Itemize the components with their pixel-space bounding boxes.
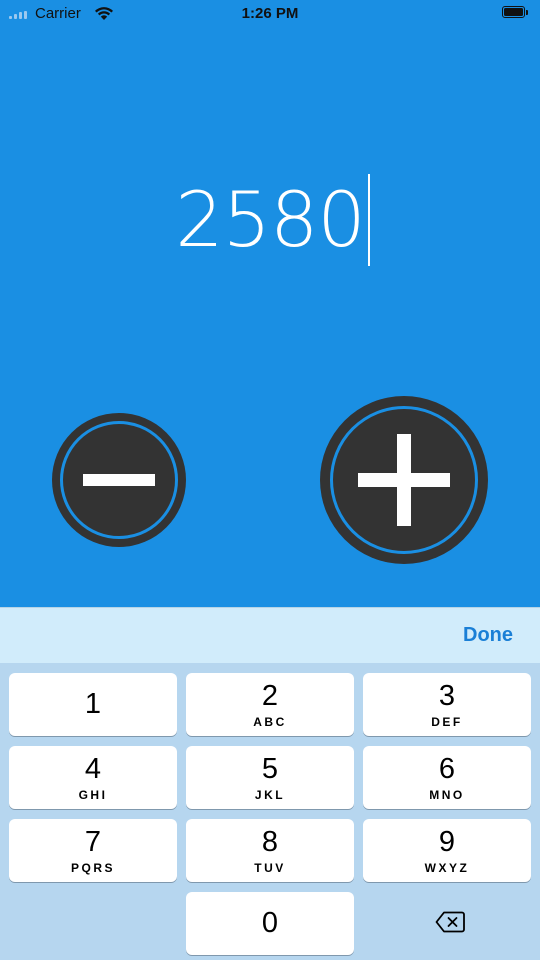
increment-button[interactable] xyxy=(320,396,488,564)
key-5[interactable]: 5 JKL xyxy=(186,746,354,809)
key-7[interactable]: 7 PQRS xyxy=(9,819,177,882)
key-6[interactable]: 6 MNO xyxy=(363,746,531,809)
key-letters: GHI xyxy=(78,788,108,802)
key-9[interactable]: 9 WXYZ xyxy=(363,819,531,882)
key-letters: DEF xyxy=(431,715,463,729)
done-button[interactable]: Done xyxy=(463,624,513,647)
number-pad: 1 2 ABC 3 DEF 4 GHI 5 JKL 6 MNO 7 PQRS 8… xyxy=(0,663,540,960)
minus-icon xyxy=(83,474,155,486)
key-4[interactable]: 4 GHI xyxy=(9,746,177,809)
status-bar: Carrier 1:26 PM xyxy=(0,0,540,28)
decrement-button[interactable] xyxy=(52,413,186,547)
counter-value-field[interactable]: 2580 xyxy=(0,172,540,272)
counter-screen: Carrier 1:26 PM 2580 Done 1 2 ABC 3 DEF … xyxy=(0,0,540,960)
key-digit: 7 xyxy=(84,826,102,858)
key-digit: 0 xyxy=(261,907,279,939)
key-letters: MNO xyxy=(429,788,465,802)
backspace-icon xyxy=(435,911,465,933)
key-letters: TUV xyxy=(254,861,286,875)
key-digit: 9 xyxy=(438,826,456,858)
key-digit: 4 xyxy=(84,753,102,785)
key-digit: 6 xyxy=(438,753,456,785)
key-digit: 3 xyxy=(438,680,456,712)
key-letters: JKL xyxy=(254,788,286,802)
key-letters: WXYZ xyxy=(424,861,470,875)
key-digit: 5 xyxy=(261,753,279,785)
plus-icon xyxy=(358,434,450,526)
key-digit: 2 xyxy=(261,680,279,712)
delete-key[interactable] xyxy=(363,892,531,955)
key-letters: PQRS xyxy=(70,861,115,875)
text-cursor xyxy=(367,174,370,266)
key-digit: 8 xyxy=(261,826,279,858)
key-3[interactable]: 3 DEF xyxy=(363,673,531,736)
keyboard-toolbar: Done xyxy=(0,607,540,663)
counter-value: 2580 xyxy=(175,175,365,264)
key-letters: ABC xyxy=(253,715,287,729)
key-digit: 1 xyxy=(84,688,102,720)
key-8[interactable]: 8 TUV xyxy=(186,819,354,882)
key-0[interactable]: 0 xyxy=(186,892,354,955)
clock-time: 1:26 PM xyxy=(241,5,299,22)
key-2[interactable]: 2 ABC xyxy=(186,673,354,736)
battery-icon xyxy=(502,6,530,20)
key-1[interactable]: 1 xyxy=(9,673,177,736)
